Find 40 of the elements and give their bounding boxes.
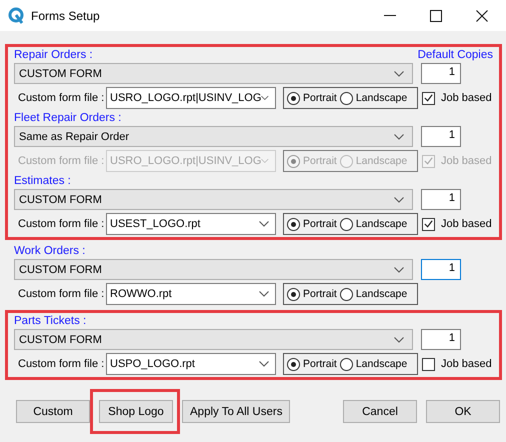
field-label: Custom form file : [17, 358, 106, 370]
checkbox[interactable]: Job based [422, 92, 492, 104]
section-label: Repair Orders : [14, 48, 93, 62]
window-title: Forms Setup [31, 8, 100, 22]
radio-button[interactable]: Landscape [340, 92, 408, 104]
copies-field[interactable]: 1 [421, 329, 461, 350]
section-label: Parts Tickets : [14, 314, 86, 328]
field-label: Custom form file : [17, 92, 106, 104]
section-label: Fleet Repair Orders : [14, 111, 122, 125]
radio-button[interactable]: Portrait [287, 92, 337, 104]
field-label: Custom form file : [17, 155, 106, 167]
dialog-button[interactable]: Apply To All Users [182, 400, 290, 423]
field-label: Custom form file : [17, 218, 106, 230]
dialog-button[interactable]: Cancel [343, 400, 417, 423]
radio-button[interactable]: Portrait [287, 218, 337, 230]
copies-field[interactable]: 1 [421, 63, 461, 84]
form-dropdown[interactable]: CUSTOM FORM [14, 63, 413, 84]
dialog-button[interactable]: OK [426, 400, 500, 423]
file-dropdown[interactable]: USEST_LOGO.rpt [106, 213, 276, 235]
copies-field[interactable]: 1 [421, 189, 461, 210]
dialog-button[interactable]: Shop Logo [99, 400, 173, 423]
file-dropdown[interactable]: USPO_LOGO.rpt [106, 353, 276, 375]
checkbox[interactable]: Job based [422, 218, 492, 230]
file-dropdown[interactable]: USRO_LOGO.rpt|USINV_LOG [106, 87, 276, 109]
column-header: Default Copies [418, 48, 493, 62]
form-dropdown[interactable]: CUSTOM FORM [14, 329, 413, 350]
checkbox[interactable]: Job based [422, 358, 492, 370]
radio-button[interactable]: Landscape [340, 288, 408, 300]
field-label: Custom form file : [17, 288, 106, 300]
radio-button[interactable]: Portrait [287, 358, 337, 370]
form-dropdown[interactable]: CUSTOM FORM [14, 259, 413, 280]
radio-button[interactable]: Landscape [340, 358, 408, 370]
form-dropdown[interactable]: CUSTOM FORM [14, 189, 413, 210]
dialog-button[interactable]: Custom [16, 400, 90, 423]
radio-button[interactable]: Portrait [287, 288, 337, 300]
section-label: Estimates : [14, 174, 71, 188]
copies-field[interactable]: 1 [421, 259, 461, 280]
radio-button[interactable]: Landscape [340, 218, 408, 230]
section-label: Work Orders : [14, 244, 86, 258]
file-dropdown[interactable]: ROWWO.rpt [106, 283, 276, 305]
